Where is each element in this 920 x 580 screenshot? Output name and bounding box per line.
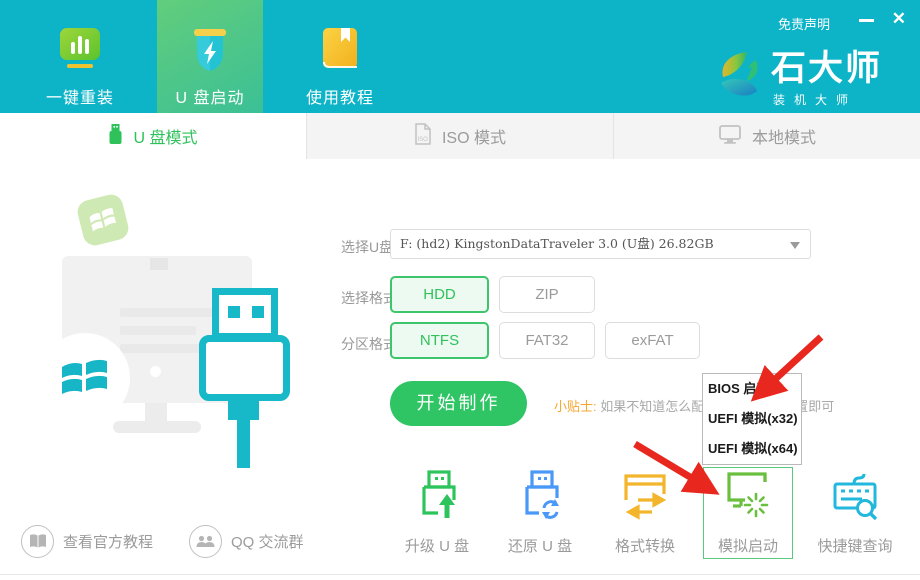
usb-select-value: F: (hd2) KingstonDataTraveler 3.0 (U盘) 2… bbox=[391, 230, 810, 258]
tab-iso-mode[interactable]: ISO ISO 模式 bbox=[306, 113, 613, 159]
menu-item-uefi-x32[interactable]: UEFI 模拟(x32) bbox=[703, 404, 801, 434]
tool-restore-usb[interactable]: 还原 U 盘 bbox=[495, 470, 585, 556]
nav-item-usb-boot[interactable]: U 盘启动 bbox=[157, 0, 263, 113]
mode-tabs: U 盘模式 ISO ISO 模式 本地模式 bbox=[0, 113, 920, 159]
nav-item-tutorial[interactable]: 使用教程 bbox=[287, 0, 393, 113]
tool-label: 模拟启动 bbox=[703, 535, 793, 556]
brand-logo: 石大师 装机大师 bbox=[716, 50, 882, 108]
monitor-icon bbox=[718, 123, 742, 150]
format-convert-icon bbox=[622, 509, 668, 526]
tool-upgrade-usb[interactable]: 升级 U 盘 bbox=[392, 470, 482, 556]
usb-select-dropdown[interactable]: F: (hd2) KingstonDataTraveler 3.0 (U盘) 2… bbox=[390, 229, 811, 259]
caret-down-icon bbox=[790, 242, 800, 254]
disclaimer-link[interactable]: 免责声明 bbox=[778, 14, 830, 33]
hotkey-search-icon bbox=[832, 509, 878, 526]
tool-label: 快捷键查询 bbox=[810, 535, 900, 556]
tool-label: 升级 U 盘 bbox=[392, 535, 482, 556]
tip-label: 小贴士: bbox=[554, 399, 597, 414]
tool-simulate-boot[interactable]: 模拟启动 bbox=[703, 470, 793, 556]
usb-restore-icon bbox=[517, 509, 563, 526]
windows-circle-badge bbox=[40, 333, 130, 423]
usb-cable bbox=[237, 418, 250, 468]
tab-local-mode[interactable]: 本地模式 bbox=[613, 113, 920, 159]
close-icon[interactable]: ✕ bbox=[892, 9, 906, 29]
official-tutorial-link[interactable]: 查看官方教程 bbox=[21, 525, 153, 558]
nav-label: 使用教程 bbox=[287, 84, 393, 108]
windows-square-decoration bbox=[75, 192, 131, 248]
format-option-zip[interactable]: ZIP bbox=[499, 276, 595, 313]
tool-label: 格式转换 bbox=[600, 535, 690, 556]
iso-file-icon: ISO bbox=[414, 123, 432, 150]
header: 一键重装 U 盘启动 bbox=[0, 0, 920, 113]
tab-label: U 盘模式 bbox=[133, 124, 197, 148]
group-circle-icon bbox=[189, 525, 222, 558]
usb-plug-illustration bbox=[212, 288, 278, 340]
footer-divider bbox=[0, 574, 920, 575]
tab-usb-mode[interactable]: U 盘模式 bbox=[0, 113, 306, 159]
partition-option-fat32[interactable]: FAT32 bbox=[499, 322, 595, 359]
usb-upgrade-icon bbox=[414, 509, 460, 526]
monitor-illustration bbox=[62, 256, 252, 403]
app-window: 一键重装 U 盘启动 bbox=[0, 0, 920, 580]
shield-lightning-icon bbox=[157, 26, 263, 78]
nav-label: 一键重装 bbox=[27, 84, 133, 108]
menu-item-uefi-x64[interactable]: UEFI 模拟(x64) bbox=[703, 434, 801, 464]
book-circle-icon bbox=[21, 525, 54, 558]
tool-hotkey-search[interactable]: 快捷键查询 bbox=[810, 470, 900, 556]
tab-label: 本地模式 bbox=[752, 124, 816, 148]
link-label: 查看官方教程 bbox=[63, 531, 153, 552]
minimize-icon[interactable] bbox=[859, 19, 874, 22]
link-label: QQ 交流群 bbox=[231, 531, 304, 552]
tab-label: ISO 模式 bbox=[442, 124, 506, 148]
brand-subtitle: 装机大师 bbox=[773, 91, 882, 108]
swirl-logo-icon bbox=[716, 50, 763, 107]
monitor-stand-base bbox=[113, 421, 201, 433]
qq-group-link[interactable]: QQ 交流群 bbox=[189, 525, 304, 558]
nav-item-reinstall[interactable]: 一键重装 bbox=[27, 0, 133, 113]
tool-format-convert[interactable]: 格式转换 bbox=[600, 470, 690, 556]
start-create-button[interactable]: 开始制作 bbox=[390, 381, 527, 426]
svg-text:ISO: ISO bbox=[417, 137, 428, 143]
format-option-hdd[interactable]: HDD bbox=[390, 276, 489, 313]
menu-item-bios-boot[interactable]: BIOS 启动 bbox=[703, 374, 801, 404]
simulate-boot-icon bbox=[725, 509, 771, 526]
partition-option-ntfs[interactable]: NTFS bbox=[390, 322, 489, 359]
usb-select-label: 选择U盘: bbox=[341, 237, 397, 257]
usb-stick-icon bbox=[108, 123, 123, 150]
brand-name: 石大师 bbox=[771, 50, 882, 88]
monitor-stand bbox=[145, 403, 167, 423]
nav-label: U 盘启动 bbox=[157, 84, 263, 108]
usb-plug-neck bbox=[228, 398, 259, 420]
tool-label: 还原 U 盘 bbox=[495, 535, 585, 556]
book-icon bbox=[287, 26, 393, 78]
usb-plug-body bbox=[199, 335, 290, 401]
bar-chart-icon bbox=[27, 26, 133, 78]
boot-mode-menu: BIOS 启动 UEFI 模拟(x32) UEFI 模拟(x64) bbox=[702, 373, 802, 465]
partition-option-exfat[interactable]: exFAT bbox=[605, 322, 700, 359]
